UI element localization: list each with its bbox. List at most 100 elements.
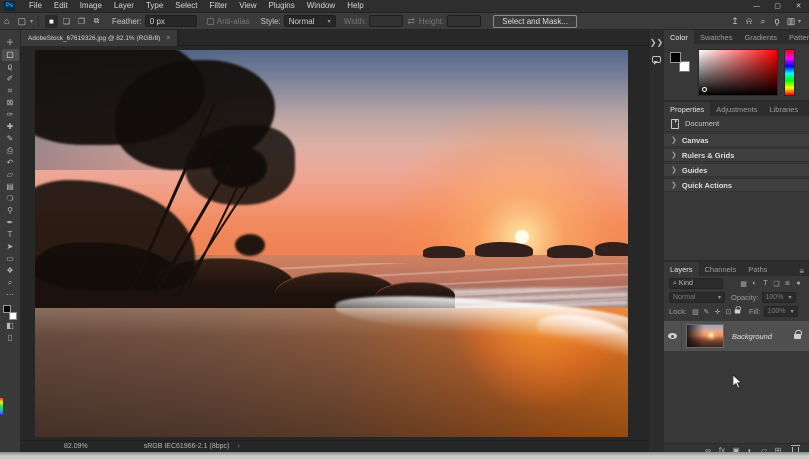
menu-item[interactable]: Filter <box>204 0 234 12</box>
add-to-selection-mode[interactable]: ❏ <box>60 15 73 28</box>
frame-tool[interactable]: ⊠ <box>2 97 19 109</box>
blend-mode-select[interactable]: Normal ▾ <box>669 292 725 303</box>
panel-tab[interactable]: Color <box>664 30 694 44</box>
lock-artboard-icon[interactable]: ⊡ <box>723 308 734 316</box>
antialias-checkbox[interactable] <box>206 17 214 25</box>
height-input[interactable] <box>447 15 482 27</box>
hand-tool[interactable]: ❖ <box>2 265 19 277</box>
properties-section-row[interactable]: ❯ Quick Actions <box>664 178 809 192</box>
filter-smart-objects-icon[interactable]: ⧈ <box>782 280 793 288</box>
intersect-selection-mode[interactable]: ⧉ <box>90 15 103 28</box>
panel-tab[interactable]: Patterns <box>783 30 809 44</box>
document-tab[interactable]: AdobeStock_67619326.jpg @ 82.1% (RGB/8) … <box>21 30 179 46</box>
eye-icon[interactable] <box>668 333 677 339</box>
menu-item[interactable]: Help <box>341 0 369 12</box>
layer-filter-select[interactable]: ⌕ Kind <box>669 278 723 289</box>
panel-menu-icon[interactable]: ≡ <box>794 267 809 276</box>
lock-all-icon[interactable] <box>734 306 742 314</box>
move-tool[interactable]: ✛ <box>2 37 19 49</box>
workspace-caret-icon[interactable]: ▾ <box>798 18 801 25</box>
notifications-bell-icon[interactable]: ⍾ <box>742 16 756 27</box>
workspace-switcher-icon[interactable]: ▥ <box>784 16 798 27</box>
zoom-tool[interactable]: ⌕ <box>2 277 19 289</box>
filter-shape-layers-icon[interactable]: ❏ <box>771 280 782 288</box>
panel-tab[interactable]: Channels <box>699 262 743 276</box>
swap-dimensions-icon[interactable]: ⇄ <box>403 13 419 29</box>
menu-item[interactable]: View <box>233 0 262 12</box>
photoshop-logo-icon[interactable]: Ps <box>4 1 15 11</box>
clone-stamp-tool[interactable]: ⎙ <box>2 145 19 157</box>
panel-tab[interactable]: Layers <box>664 262 699 276</box>
select-and-mask-button[interactable]: Select and Mask... <box>493 14 578 28</box>
lasso-tool[interactable]: ϱ <box>2 61 19 73</box>
tool-preset-icon[interactable]: ▢ <box>13 13 30 29</box>
menu-item[interactable]: Edit <box>48 0 74 12</box>
tool-preset-caret-icon[interactable]: ▾ <box>30 18 33 25</box>
menu-item[interactable]: Type <box>140 0 169 12</box>
document-image[interactable] <box>35 50 628 437</box>
style-select[interactable]: Normal ▾ <box>283 15 336 27</box>
pen-tool[interactable]: ✒ <box>2 217 19 229</box>
color-picker-marker[interactable] <box>702 87 707 92</box>
tab-close-icon[interactable]: × <box>166 35 170 42</box>
properties-section-row[interactable]: ❯ Guides <box>664 163 809 177</box>
quick-mask-button[interactable]: ◧ <box>2 320 19 332</box>
gradient-tool[interactable]: ▤ <box>2 181 19 193</box>
hue-slider[interactable] <box>784 49 795 96</box>
home-icon[interactable]: ⌂ <box>0 13 13 29</box>
filter-pixel-layers-icon[interactable]: ▦ <box>738 280 749 288</box>
rectangular-marquee-tool[interactable]: ▢ <box>1 49 19 61</box>
collapse-panels-icon[interactable]: ❯❯ <box>650 38 663 47</box>
panel-tab[interactable]: Properties <box>664 102 711 116</box>
share-icon[interactable]: ↥ <box>728 16 742 27</box>
layer-thumbnail[interactable] <box>686 324 724 348</box>
eyedropper-tool[interactable]: ✑ <box>2 109 19 121</box>
panel-tab[interactable]: Adjustments <box>710 102 763 116</box>
crop-tool[interactable]: ⌗ <box>2 85 19 97</box>
dodge-tool[interactable]: ⚲ <box>2 205 19 217</box>
maximize-button[interactable]: ▢ <box>767 0 788 12</box>
saturation-brightness-picker[interactable] <box>698 49 778 96</box>
eraser-tool[interactable]: ▱ <box>2 169 19 181</box>
canvas-pasteboard[interactable] <box>21 46 648 440</box>
opacity-input[interactable]: 100% ▾ <box>761 292 796 303</box>
minimize-button[interactable]: — <box>746 0 767 12</box>
foreground-background-swatches[interactable] <box>3 305 17 320</box>
blur-tool[interactable]: ❍ <box>2 193 19 205</box>
healing-brush-tool[interactable]: ✚ <box>2 121 19 133</box>
panel-tab[interactable]: Gradients <box>738 30 783 44</box>
filter-toggle-icon[interactable]: ● <box>793 280 804 288</box>
panel-tab[interactable]: Swatches <box>694 30 739 44</box>
menu-item[interactable]: Plugins <box>263 0 301 12</box>
type-tool[interactable]: T <box>2 229 19 241</box>
screen-mode-button[interactable]: ▯ <box>2 332 19 344</box>
object-selection-tool[interactable]: ✐ <box>2 73 19 85</box>
rectangle-tool[interactable]: ▭ <box>2 253 19 265</box>
comments-icon[interactable] <box>652 56 661 65</box>
feather-input[interactable]: 0 px <box>144 15 197 27</box>
foreground-color-swatch[interactable] <box>670 52 681 63</box>
close-button[interactable]: ✕ <box>788 0 809 12</box>
subtract-from-selection-mode[interactable]: ❐ <box>75 15 88 28</box>
lock-pixels-icon[interactable]: ✎ <box>701 308 712 316</box>
path-selection-tool[interactable]: ➤ <box>2 241 19 253</box>
layer-locked-icon[interactable] <box>794 329 802 339</box>
menu-item[interactable]: Window <box>301 0 341 12</box>
menu-item[interactable]: Layer <box>108 0 140 12</box>
foreground-color-swatch[interactable] <box>3 305 11 313</box>
status-options-chevron-icon[interactable]: › <box>237 443 239 450</box>
history-brush-tool[interactable]: ↶ <box>2 157 19 169</box>
width-input[interactable] <box>369 15 404 27</box>
panel-menu-icon[interactable]: ≡ <box>804 107 809 116</box>
brush-tool[interactable]: ✎ <box>2 133 19 145</box>
lock-transparency-icon[interactable]: ▨ <box>690 308 701 316</box>
lock-position-icon[interactable]: ✛ <box>712 308 723 316</box>
properties-section-row[interactable]: ❯ Rulers & Grids <box>664 148 809 162</box>
toolbar-ellipsis[interactable]: ⋯ <box>2 289 19 301</box>
menu-item[interactable]: Image <box>74 0 108 12</box>
fill-input[interactable]: 100% ▾ <box>763 306 798 317</box>
search-icon[interactable]: ⌕ <box>756 16 770 27</box>
new-selection-mode[interactable]: ■ <box>44 14 58 28</box>
menu-item[interactable]: Select <box>169 0 203 12</box>
visibility-cell[interactable] <box>664 321 682 351</box>
